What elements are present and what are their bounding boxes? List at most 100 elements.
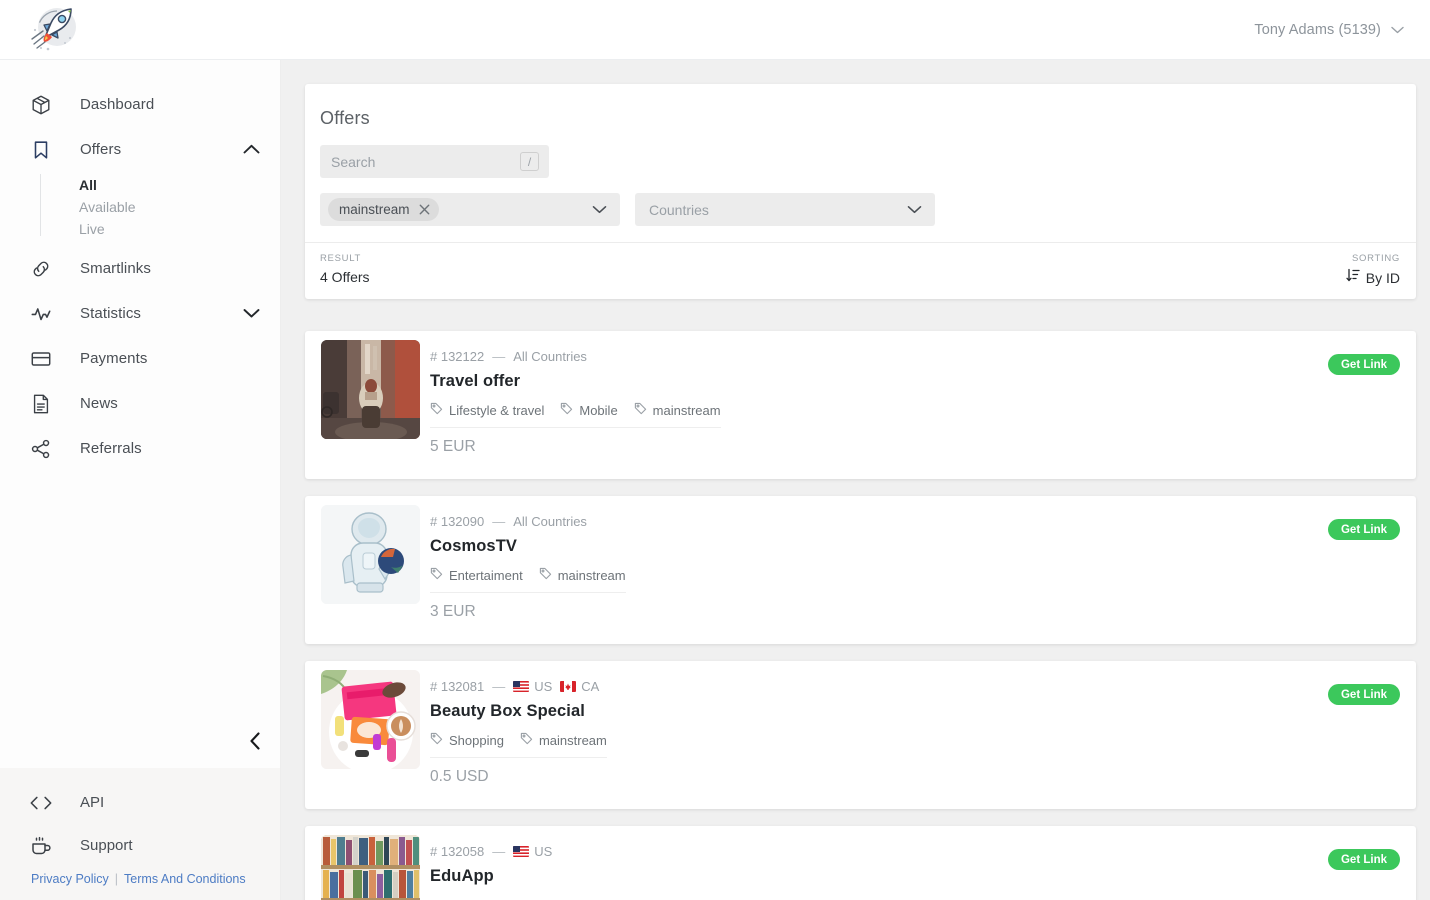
sorting-control[interactable]: By ID bbox=[1346, 268, 1400, 287]
close-icon[interactable] bbox=[419, 204, 430, 215]
privacy-policy-link[interactable]: Privacy Policy bbox=[31, 872, 109, 886]
chevron-down-icon bbox=[1391, 21, 1404, 39]
offer-price: 0.5 USD bbox=[430, 768, 489, 785]
get-link-button[interactable]: Get Link bbox=[1327, 849, 1400, 870]
offer-meta: # 132058 — US bbox=[430, 844, 1316, 859]
sidebar-subitem-available[interactable]: Available bbox=[0, 196, 280, 218]
us-flag bbox=[513, 681, 530, 692]
geo-code: CA bbox=[581, 679, 600, 694]
beauty-box-photo bbox=[321, 670, 420, 769]
astronaut-photo bbox=[321, 505, 420, 604]
travel-alley-photo bbox=[321, 340, 420, 439]
sidebar-item-label: Payments bbox=[80, 350, 148, 367]
filter-chip-mainstream[interactable]: mainstream bbox=[328, 198, 439, 221]
sidebar-item-label: Offers bbox=[80, 141, 122, 158]
offer-id: # 132081 bbox=[430, 679, 485, 694]
sidebar-item-support[interactable]: Support bbox=[0, 824, 280, 867]
offer-card[interactable]: # 132090 — All Countries CosmosTV Entert… bbox=[305, 496, 1416, 644]
search-input[interactable] bbox=[320, 145, 505, 178]
sidebar-item-news[interactable]: News bbox=[0, 381, 280, 426]
main-content: Offers / mainstream Countries bbox=[281, 60, 1430, 900]
sidebar-item-smartlinks[interactable]: Smartlinks bbox=[0, 246, 280, 291]
sidebar-footer-label: API bbox=[80, 794, 105, 811]
offer-title: CosmosTV bbox=[430, 537, 517, 555]
get-link-button[interactable]: Get Link bbox=[1327, 519, 1400, 540]
offer-id: # 132058 bbox=[430, 844, 485, 859]
sidebar-subitem-all[interactable]: All bbox=[0, 174, 280, 196]
rocket-logo[interactable] bbox=[24, 5, 82, 55]
tag-icon bbox=[430, 567, 443, 583]
sidebar-subitem-live[interactable]: Live bbox=[0, 218, 280, 240]
chevron-down-icon[interactable] bbox=[243, 305, 260, 323]
user-menu[interactable]: Tony Adams (5139) bbox=[1254, 0, 1404, 60]
sidebar-nav: Dashboard Offers All Available Live Smar… bbox=[0, 60, 280, 471]
code-icon bbox=[27, 789, 55, 817]
sidebar-item-dashboard[interactable]: Dashboard bbox=[0, 82, 280, 127]
sidebar-item-payments[interactable]: Payments bbox=[0, 336, 280, 381]
tag-icon bbox=[520, 732, 533, 748]
offer-tags: Shopping mainstream bbox=[430, 732, 607, 758]
offer-tag: mainstream bbox=[634, 402, 721, 418]
box-icon bbox=[27, 91, 55, 119]
subitem-label: Live bbox=[79, 221, 105, 237]
bookshelf-photo bbox=[321, 835, 420, 900]
search-box[interactable]: / bbox=[320, 145, 549, 178]
countries-select-placeholder: Countries bbox=[649, 201, 709, 218]
tag-label: mainstream bbox=[652, 402, 721, 418]
search-row: / bbox=[305, 129, 1416, 178]
tag-label: mainstream bbox=[557, 567, 626, 583]
sidebar: Dashboard Offers All Available Live Smar… bbox=[0, 60, 281, 900]
sorting-caption: SORTING bbox=[1351, 253, 1400, 264]
offer-card[interactable]: # 132081 — US CA Beauty Box Special Shop… bbox=[305, 661, 1416, 809]
chevron-down-icon[interactable] bbox=[907, 201, 922, 219]
tag-icon bbox=[560, 402, 573, 418]
offer-id: # 132122 bbox=[430, 349, 485, 364]
sidebar-item-label: Statistics bbox=[80, 305, 142, 322]
subitem-label: All bbox=[79, 177, 97, 193]
tags-select[interactable]: mainstream bbox=[320, 193, 620, 226]
offer-card[interactable]: # 132058 — US EduApp Get Link bbox=[305, 826, 1416, 900]
sidebar-item-label: Smartlinks bbox=[80, 260, 152, 277]
tag-label: Shopping bbox=[449, 732, 504, 748]
result-bar: RESULT 4 Offers SORTING By ID bbox=[305, 242, 1416, 299]
sidebar-collapse-button[interactable] bbox=[238, 726, 272, 760]
sidebar-item-statistics[interactable]: Statistics bbox=[0, 291, 280, 336]
sidebar-item-referrals[interactable]: Referrals bbox=[0, 426, 280, 471]
offer-meta: # 132081 — US CA bbox=[430, 679, 1316, 694]
offer-body: # 132081 — US CA Beauty Box Special Shop… bbox=[430, 679, 1316, 786]
terms-link[interactable]: Terms And Conditions bbox=[124, 872, 246, 886]
ca-flag bbox=[560, 681, 577, 692]
user-name: Tony Adams (5139) bbox=[1254, 22, 1381, 38]
sidebar-item-offers[interactable]: Offers bbox=[0, 127, 280, 172]
sidebar-item-api[interactable]: API bbox=[0, 781, 280, 824]
countries-select[interactable]: Countries bbox=[635, 193, 935, 226]
tag-label: Entertaiment bbox=[449, 567, 523, 583]
share-icon bbox=[27, 435, 55, 463]
coffee-cup-icon bbox=[27, 832, 55, 860]
offer-tag: Mobile bbox=[560, 402, 618, 418]
offer-title: EduApp bbox=[430, 867, 494, 885]
offer-body: # 132122 — All Countries Travel offer Li… bbox=[430, 349, 1316, 456]
tag-icon bbox=[430, 402, 443, 418]
offer-tag: Lifestyle & travel bbox=[430, 402, 544, 418]
offer-tag: mainstream bbox=[539, 567, 626, 583]
chevron-down-icon[interactable] bbox=[592, 201, 607, 219]
page-title: Offers bbox=[320, 108, 370, 128]
offer-body: # 132090 — All Countries CosmosTV Entert… bbox=[430, 514, 1316, 621]
tag-icon bbox=[634, 402, 647, 418]
get-link-button[interactable]: Get Link bbox=[1327, 354, 1400, 375]
sidebar-item-label: Dashboard bbox=[80, 96, 155, 113]
geo-code: US bbox=[534, 844, 553, 859]
offer-title: Beauty Box Special bbox=[430, 702, 585, 720]
tag-label: mainstream bbox=[538, 732, 607, 748]
chevron-up-icon[interactable] bbox=[243, 141, 260, 159]
bookmark-icon bbox=[27, 136, 55, 164]
offer-meta: # 132122 — All Countries bbox=[430, 349, 1316, 364]
document-icon bbox=[27, 390, 55, 418]
legal-links: Privacy Policy | Terms And Conditions bbox=[0, 872, 280, 886]
sorting-value: By ID bbox=[1365, 269, 1400, 286]
tag-label: Mobile bbox=[579, 402, 618, 418]
search-shortcut-badge: / bbox=[520, 152, 539, 171]
get-link-button[interactable]: Get Link bbox=[1327, 684, 1400, 705]
offer-card[interactable]: # 132122 — All Countries Travel offer Li… bbox=[305, 331, 1416, 479]
